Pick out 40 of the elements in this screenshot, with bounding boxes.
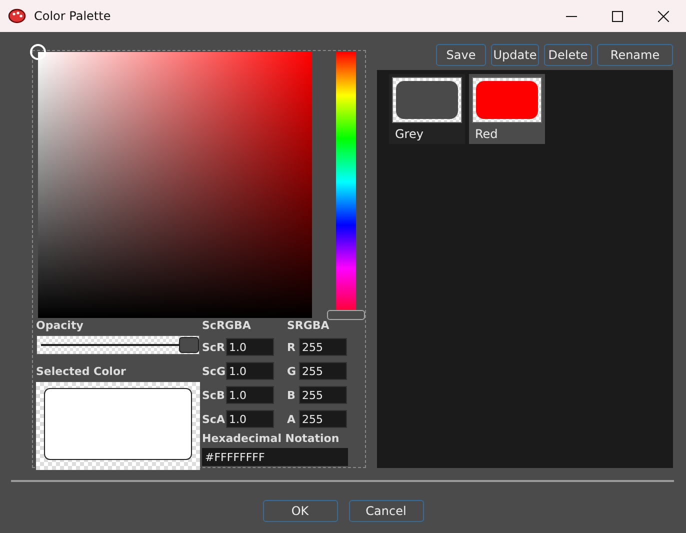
channel-label: ScB (202, 388, 226, 402)
channel-field[interactable]: 255 (299, 410, 347, 428)
hex-label: Hexadecimal Notation (202, 432, 340, 446)
window-title: Color Palette (34, 9, 112, 23)
palette-button[interactable]: Save (436, 44, 486, 66)
palette-button[interactable]: Update (491, 44, 539, 66)
channel-label: B (287, 388, 296, 402)
group-heading: ScRGBA (202, 319, 252, 333)
channel-label: G (287, 364, 298, 378)
swatch-name: Red (475, 127, 499, 141)
channel-label: R (287, 340, 296, 354)
swatch-name: Grey (395, 127, 424, 141)
hex-field[interactable]: #FFFFFFFF (202, 448, 348, 466)
dialog-button[interactable]: Cancel (348, 500, 424, 522)
swatch-item[interactable]: Red (469, 74, 545, 144)
channel-field[interactable]: 1.0 (226, 362, 274, 380)
channel-label: ScA (202, 412, 226, 426)
channel-field[interactable]: 1.0 (226, 410, 274, 428)
palette-button[interactable]: Rename (597, 44, 673, 66)
maximize-icon[interactable] (612, 10, 622, 22)
slider-thumb[interactable] (179, 337, 199, 353)
channel-label: ScG (202, 364, 226, 378)
channel-field[interactable]: 255 (299, 338, 347, 356)
palette-button[interactable]: Delete (544, 44, 592, 66)
channel-field[interactable]: 255 (299, 386, 347, 404)
swatch-item[interactable]: Grey (389, 74, 465, 144)
picker-handle[interactable] (30, 44, 46, 60)
channel-field[interactable]: 1.0 (226, 338, 274, 356)
channel-field[interactable]: 255 (299, 362, 347, 380)
dialog-button[interactable]: OK (262, 500, 338, 522)
close-icon[interactable] (658, 10, 668, 22)
group-heading: SRGBA (287, 319, 330, 333)
opacity-label: Opacity (36, 319, 84, 333)
selected-color-label: Selected Color (36, 365, 127, 379)
channel-label: A (287, 412, 297, 426)
palette-icon (8, 7, 26, 25)
channel-label: ScR (202, 340, 226, 354)
channel-field[interactable]: 1.0 (226, 386, 274, 404)
saturation-value-area[interactable] (38, 52, 312, 318)
opacity-slider[interactable] (36, 335, 200, 355)
